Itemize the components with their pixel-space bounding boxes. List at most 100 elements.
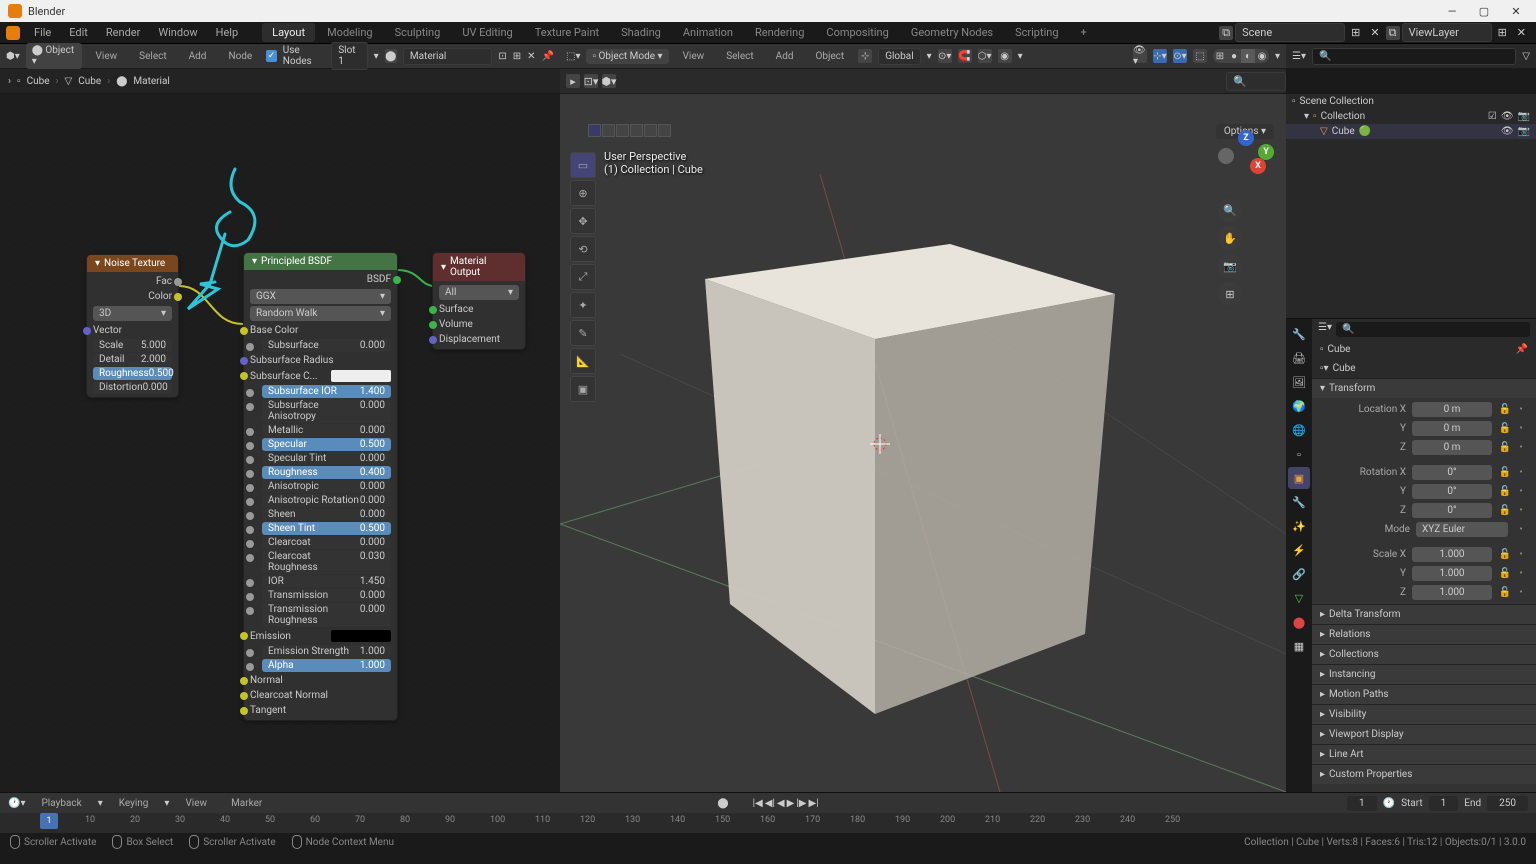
bc-mesh[interactable]: Cube — [78, 76, 101, 87]
pin-icon[interactable]: 📌 — [542, 51, 554, 62]
outliner-item-cube[interactable]: ▽ Cube 🟢 👁 📷 — [1286, 124, 1536, 139]
use-nodes-checkbox[interactable]: ✓ — [266, 50, 277, 62]
disable-icon[interactable]: 📷 — [1518, 111, 1530, 122]
tab-texpaint[interactable]: Texture Paint — [525, 23, 609, 42]
bsdf-clearcoat[interactable]: Clearcoat0.000 — [262, 536, 391, 549]
keyframe-icon[interactable]: • — [1514, 567, 1528, 581]
section-lineart[interactable]: ▸Line Art — [1312, 744, 1536, 764]
vp-view-menu[interactable]: View — [675, 48, 713, 65]
bsdf-tangent[interactable]: Tangent — [244, 703, 397, 718]
keyframe-prev-icon[interactable]: ◀| — [765, 798, 775, 809]
start-frame[interactable]: 1 — [1429, 796, 1459, 811]
section-relations[interactable]: ▸Relations — [1312, 624, 1536, 644]
tab-scripting[interactable]: Scripting — [1005, 23, 1068, 42]
ptab-scene[interactable]: 🌍 — [1288, 395, 1310, 417]
scene-delete-button[interactable]: ✕ — [1366, 26, 1383, 39]
node-header-noise[interactable]: ▾Noise Texture — [87, 255, 178, 272]
play-icon[interactable]: ▶ — [787, 798, 795, 809]
node-add-menu[interactable]: Add — [181, 48, 215, 65]
props-search[interactable]: 🔍 — [1336, 322, 1530, 337]
node-header-bsdf[interactable]: ▾Principled BSDF — [244, 253, 397, 270]
section-instancing[interactable]: ▸Instancing — [1312, 664, 1536, 684]
socket-volume-in[interactable] — [429, 321, 437, 329]
lock-icon[interactable]: 🔓 — [1498, 567, 1512, 581]
minimize-button[interactable]: — — [1440, 5, 1464, 18]
socket-surface-in[interactable] — [429, 306, 437, 314]
pin-icon[interactable]: 📌 — [1516, 344, 1528, 355]
navigation-gizmo[interactable]: X Y Z — [1218, 130, 1274, 186]
node-header-output[interactable]: ▾Material Output — [433, 253, 525, 281]
socket-fac-out[interactable] — [174, 278, 182, 286]
axis-z[interactable]: Z — [1238, 130, 1254, 146]
keyframe-icon[interactable]: • — [1514, 548, 1528, 562]
keyframe-icon[interactable]: • — [1514, 441, 1528, 455]
menu-file[interactable]: File — [26, 23, 59, 42]
lock-icon[interactable]: 🔓 — [1498, 548, 1512, 562]
vp-object-menu[interactable]: Object — [807, 48, 852, 65]
socket-color-out[interactable] — [174, 293, 182, 301]
hide-icon[interactable]: 👁 — [1501, 111, 1514, 122]
hide-icon[interactable]: 👁 — [1501, 126, 1514, 137]
socket-vector-in[interactable] — [83, 327, 91, 335]
material-new-button[interactable]: ⊞ — [513, 51, 521, 62]
bsdf-emission-strength[interactable]: Emission Strength1.000 — [262, 645, 391, 658]
viewlayer-delete-button[interactable]: ✕ — [1513, 26, 1530, 39]
rot-y[interactable]: 0° — [1412, 484, 1492, 499]
noise-dim-dropdown[interactable]: 3D▾ — [93, 306, 172, 321]
bsdf-emission[interactable]: Emission — [244, 628, 397, 644]
scene-new-button[interactable]: ⊞ — [1347, 26, 1364, 39]
section-transform[interactable]: ▾Transform — [1312, 378, 1536, 398]
node-select-menu[interactable]: Select — [131, 48, 174, 65]
tool-move[interactable]: ✥ — [570, 208, 596, 234]
section-motion[interactable]: ▸Motion Paths — [1312, 684, 1536, 704]
shading-wire-icon[interactable]: ⊞ — [1213, 49, 1227, 63]
3d-viewport[interactable]: User Perspective (1) Collection | Cube O… — [560, 94, 1286, 792]
snap-target-icon[interactable]: ⬡▾ — [978, 49, 992, 63]
ptab-particles[interactable]: ✨ — [1288, 515, 1310, 537]
camera-icon[interactable]: 📷 — [1218, 254, 1242, 278]
outliner-scene-collection[interactable]: ▫ Scene Collection — [1286, 94, 1536, 109]
proportional-icon[interactable]: ◉ — [998, 49, 1012, 63]
tab-layout[interactable]: Layout — [262, 23, 315, 42]
select-tool-5[interactable] — [644, 124, 657, 137]
material-field[interactable]: Material — [403, 48, 492, 65]
bsdf-normal[interactable]: Normal — [244, 673, 397, 688]
keyframe-icon[interactable]: • — [1514, 523, 1528, 537]
zoom-icon[interactable]: 🔍 — [1218, 198, 1242, 222]
end-frame[interactable]: 250 — [1487, 796, 1528, 811]
node-node-menu[interactable]: Node — [220, 48, 260, 65]
shading-matprev-icon[interactable]: ◐ — [1241, 49, 1255, 63]
select-tool-2[interactable] — [602, 124, 615, 137]
scene-browse-icon[interactable]: ⧉ — [1219, 26, 1233, 40]
play-reverse-icon[interactable]: ◀ — [777, 798, 785, 809]
timeline-ruler[interactable]: 1 10203040506070809010011012013014015016… — [0, 813, 1536, 833]
tool-cursor[interactable]: ⊕ — [570, 180, 596, 206]
tab-geonodes[interactable]: Geometry Nodes — [901, 23, 1003, 42]
node-material-output[interactable]: ▾Material Output All▾ Surface Volume Dis… — [432, 252, 526, 350]
outliner-filter-icon[interactable]: ▽ — [1522, 51, 1530, 62]
pivot-icon[interactable]: ⊙▾ — [938, 49, 952, 63]
axis-x[interactable]: X — [1250, 158, 1266, 174]
section-delta[interactable]: ▸Delta Transform — [1312, 604, 1536, 624]
perspective-icon[interactable]: ⊞ — [1218, 282, 1242, 306]
lock-icon[interactable]: 🔓 — [1498, 504, 1512, 518]
tool-scale[interactable]: ⤢ — [570, 264, 596, 290]
outliner-search[interactable]: 🔍 — [1312, 48, 1516, 65]
menu-window[interactable]: Window — [150, 23, 205, 42]
lock-icon[interactable]: 🔓 — [1498, 441, 1512, 455]
menu-edit[interactable]: Edit — [61, 23, 96, 42]
keyframe-icon[interactable]: • — [1514, 586, 1528, 600]
tl-view[interactable]: View — [177, 795, 215, 812]
section-viewport[interactable]: ▸Viewport Display — [1312, 724, 1536, 744]
menu-help[interactable]: Help — [208, 23, 247, 42]
bsdf-transmission-roughness[interactable]: Transmission Roughness0.000 — [262, 603, 391, 627]
ptab-physics[interactable]: ⚡ — [1288, 539, 1310, 561]
slot-selector[interactable]: Slot 1 — [331, 42, 367, 70]
bsdf-metallic[interactable]: Metallic0.000 — [262, 424, 391, 437]
node-noise-texture[interactable]: ▾Noise Texture Fac Color 3D▾ Vector Scal… — [86, 254, 179, 398]
timeline-type-icon[interactable]: 🕐▾ — [8, 798, 25, 809]
close-button[interactable]: ✕ — [1504, 5, 1528, 18]
tl-playback[interactable]: Playback — [33, 795, 89, 812]
scale-y[interactable]: 1.000 — [1412, 566, 1492, 581]
clock-icon[interactable]: 🕐 — [1383, 798, 1395, 809]
